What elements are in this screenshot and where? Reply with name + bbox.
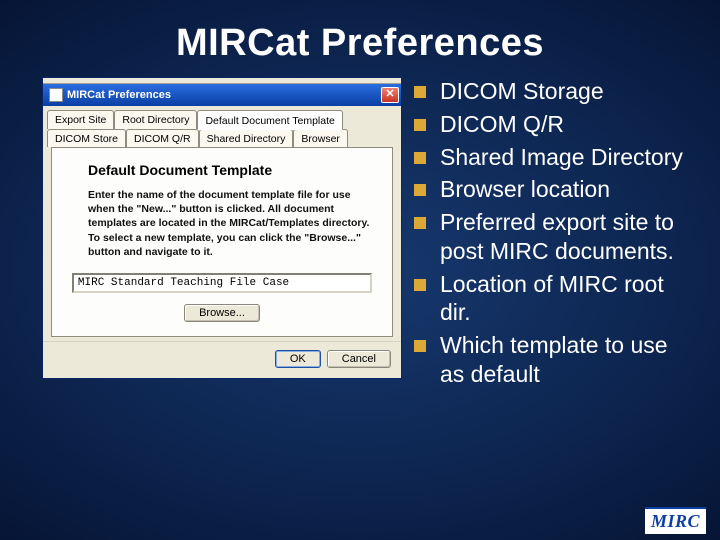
- bullet-text: Preferred export site to post MIRC docum…: [440, 208, 694, 266]
- ok-button[interactable]: OK: [275, 350, 321, 368]
- panel-heading: Default Document Template: [88, 162, 380, 178]
- bullet-text: DICOM Storage: [440, 77, 604, 106]
- list-item: DICOM Storage: [414, 77, 694, 106]
- bullet-icon: [414, 217, 426, 229]
- bullet-text: Browser location: [440, 175, 610, 204]
- list-item: Location of MIRC root dir.: [414, 270, 694, 328]
- dialog-button-row: OK Cancel: [43, 341, 401, 378]
- list-item: DICOM Q/R: [414, 110, 694, 139]
- list-item: Preferred export site to post MIRC docum…: [414, 208, 694, 266]
- bullet-icon: [414, 184, 426, 196]
- tab-browser[interactable]: Browser: [293, 129, 348, 147]
- slide-title: MIRCat Preferences: [0, 0, 720, 65]
- bullet-text: Location of MIRC root dir.: [440, 270, 694, 328]
- dialog-tabs: Export Site Root Directory Default Docum…: [43, 106, 401, 337]
- bullet-icon: [414, 279, 426, 291]
- list-item: Which template to use as default: [414, 331, 694, 389]
- slide-content: MIRCat Preferences ✕ Export Site Root Di…: [0, 65, 720, 393]
- tab-dicom-store[interactable]: DICOM Store: [47, 129, 126, 147]
- list-item: Browser location: [414, 175, 694, 204]
- browse-row: Browse...: [64, 303, 380, 322]
- tab-root-directory[interactable]: Root Directory: [114, 110, 197, 129]
- panel-body-text: Enter the name of the document template …: [88, 188, 374, 259]
- tab-row-front: DICOM Store DICOM Q/R Shared Directory B…: [47, 129, 397, 147]
- tab-dicom-qr[interactable]: DICOM Q/R: [126, 129, 199, 147]
- bullet-icon: [414, 86, 426, 98]
- app-icon: [49, 88, 63, 102]
- cancel-button[interactable]: Cancel: [327, 350, 391, 368]
- tab-export-site[interactable]: Export Site: [47, 110, 114, 129]
- tab-default-document-template[interactable]: Default Document Template: [197, 110, 342, 130]
- bullet-list: DICOM Storage DICOM Q/R Shared Image Dir…: [414, 77, 694, 393]
- dialog-title: MIRCat Preferences: [67, 89, 381, 101]
- close-icon[interactable]: ✕: [381, 87, 399, 103]
- tab-panel: Default Document Template Enter the name…: [51, 147, 393, 337]
- list-item: Shared Image Directory: [414, 143, 694, 172]
- browse-button[interactable]: Browse...: [184, 304, 260, 322]
- bullet-text: Shared Image Directory: [440, 143, 683, 172]
- template-name-input[interactable]: [72, 273, 372, 293]
- bullet-text: DICOM Q/R: [440, 110, 564, 139]
- bullet-icon: [414, 340, 426, 352]
- tab-shared-directory[interactable]: Shared Directory: [199, 129, 294, 147]
- bullet-text: Which template to use as default: [440, 331, 694, 389]
- bullet-icon: [414, 152, 426, 164]
- tab-row-back: Export Site Root Directory Default Docum…: [47, 110, 397, 129]
- mirc-logo: MIRC: [645, 507, 706, 534]
- bullet-icon: [414, 119, 426, 131]
- dialog-titlebar: MIRCat Preferences ✕: [43, 84, 401, 106]
- preferences-dialog: MIRCat Preferences ✕ Export Site Root Di…: [42, 77, 402, 379]
